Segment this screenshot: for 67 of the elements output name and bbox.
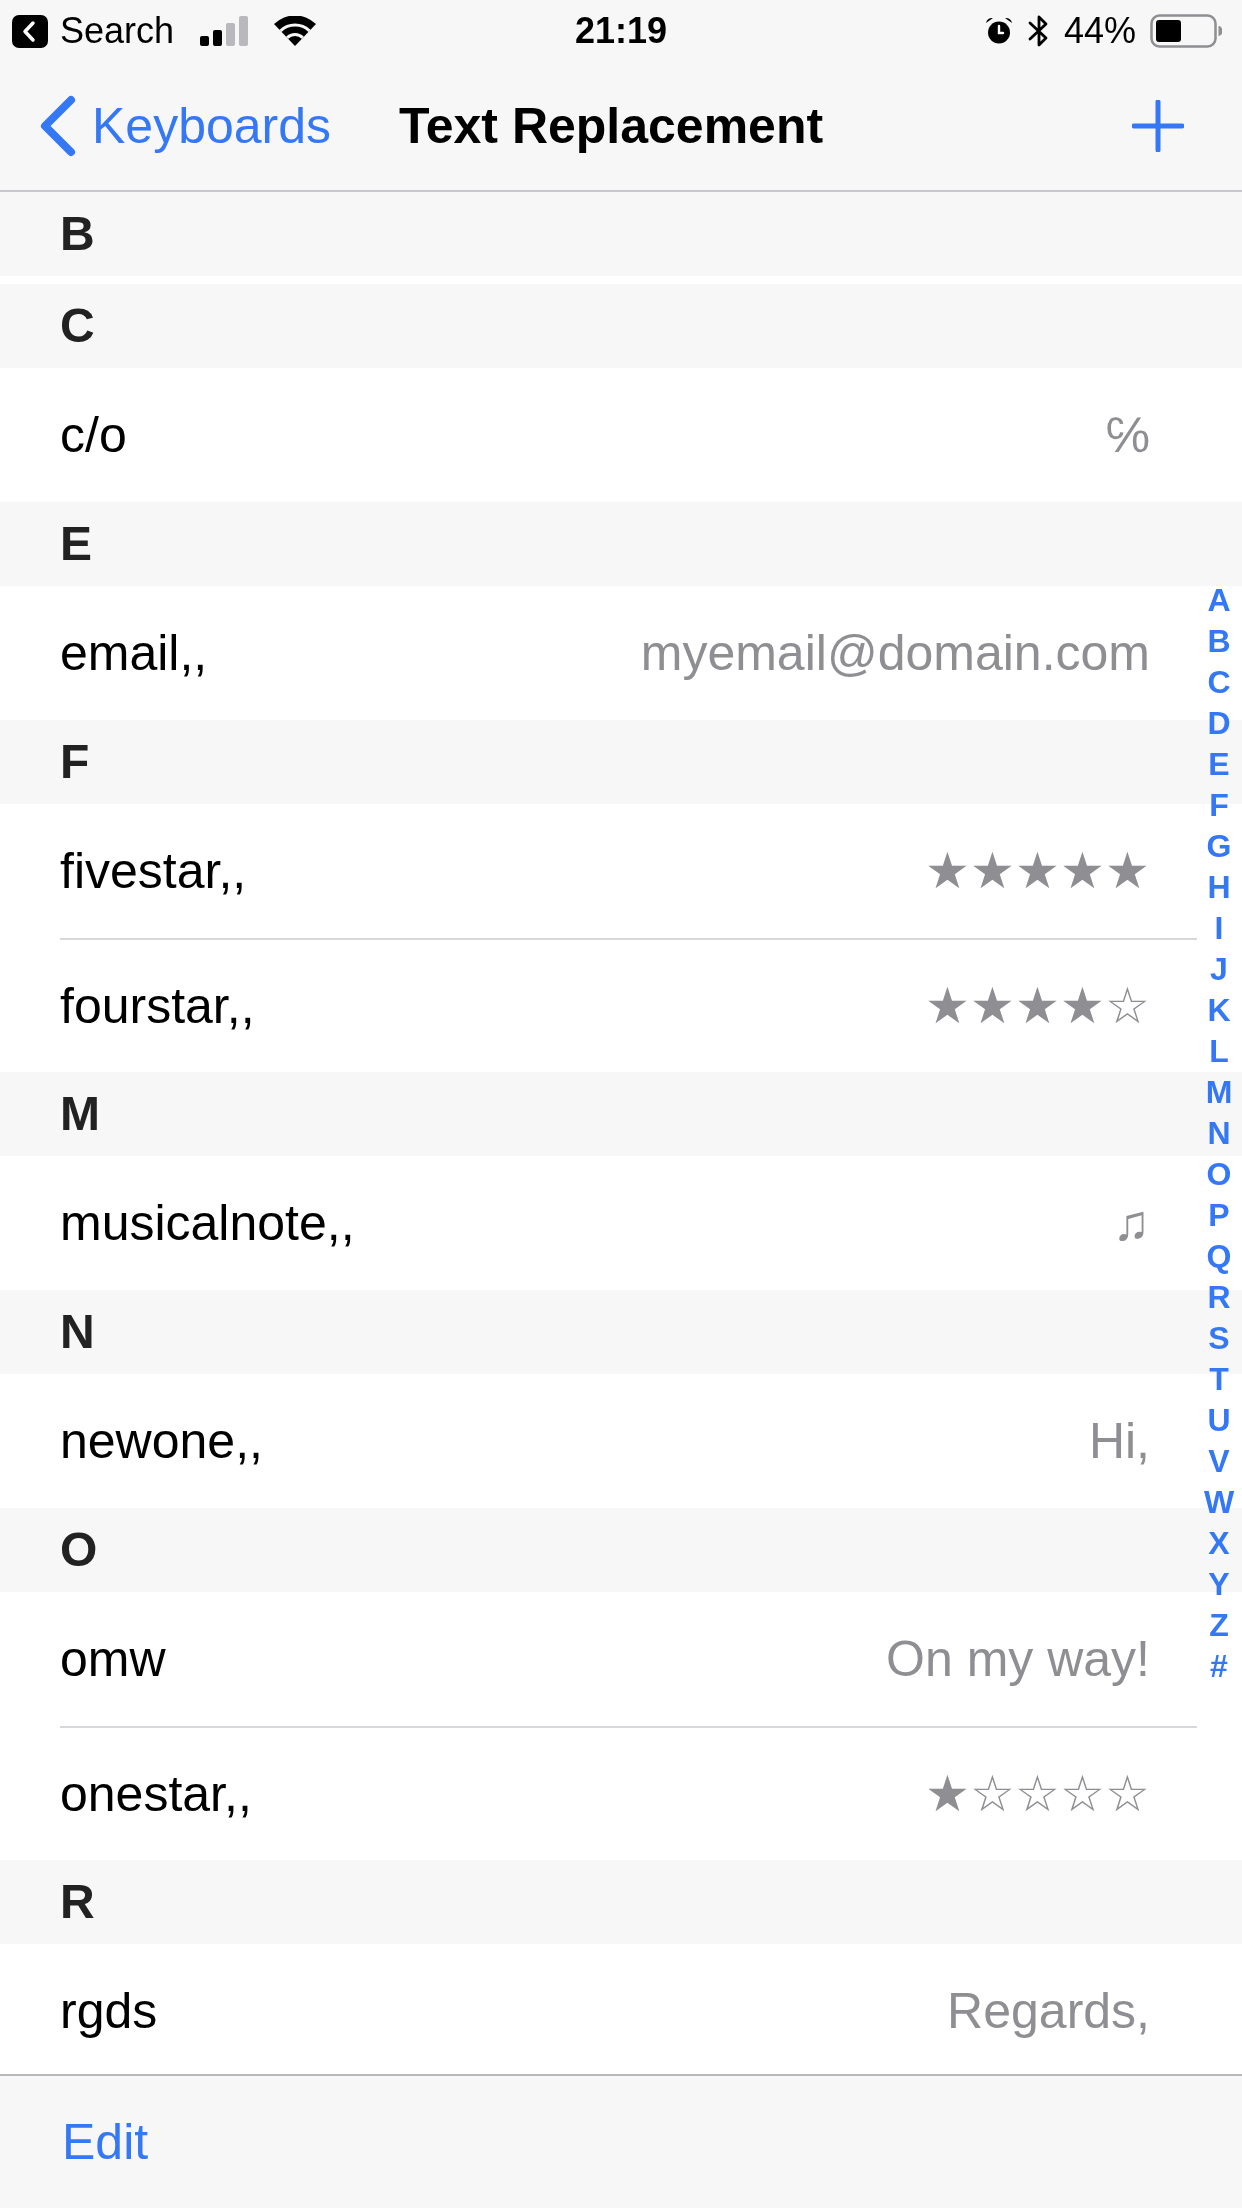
shortcut-text: newone,, — [60, 1412, 263, 1471]
index-letter[interactable]: K — [1207, 989, 1231, 1031]
section-letter: M — [60, 1086, 100, 1142]
section-letter: E — [60, 516, 92, 572]
section-letter: N — [60, 1304, 95, 1360]
phrase-text: ♫ — [1112, 1194, 1150, 1253]
shortcut-text: email,, — [60, 624, 208, 683]
index-letter[interactable]: V — [1208, 1440, 1230, 1482]
alarm-clock-icon — [983, 16, 1014, 46]
battery-icon — [1150, 14, 1222, 48]
shortcut-text: onestar,, — [60, 1765, 252, 1824]
phrase-text: On my way! — [886, 1630, 1150, 1689]
phrase-text: Regards, — [947, 1982, 1150, 2041]
add-button[interactable] — [1132, 100, 1184, 152]
index-letter[interactable]: B — [1207, 620, 1231, 662]
signal-bars-icon — [200, 16, 249, 46]
bluetooth-icon — [1027, 14, 1050, 48]
shortcut-text: fourstar,, — [60, 977, 255, 1036]
chevron-left-icon — [38, 95, 76, 157]
shortcut-text: rgds — [60, 1982, 158, 2041]
index-letter[interactable]: R — [1207, 1276, 1231, 1318]
index-letter[interactable]: S — [1208, 1317, 1230, 1359]
index-letter[interactable]: P — [1208, 1194, 1230, 1236]
index-letter[interactable]: F — [1209, 784, 1229, 826]
phrase-text: ★★★★☆ — [925, 977, 1150, 1036]
back-to-search-button[interactable]: Search — [12, 10, 175, 52]
phrase-text: ℅ — [1105, 406, 1150, 465]
shortcut-text: c/o — [60, 406, 127, 465]
index-letter[interactable]: U — [1207, 1399, 1231, 1441]
shortcut-text: omw — [60, 1630, 166, 1689]
index-letter[interactable]: # — [1210, 1645, 1228, 1687]
index-letter[interactable]: Q — [1206, 1235, 1232, 1277]
status-time: 21:19 — [574, 10, 668, 52]
shortcut-text: fivestar,, — [60, 842, 247, 901]
phrase-text: myemail@domain.com — [640, 624, 1150, 683]
phrase-text: Hi, — [1088, 1412, 1150, 1471]
index-letter[interactable]: X — [1208, 1522, 1230, 1564]
index-letter[interactable]: H — [1207, 866, 1231, 908]
back-button[interactable]: Keyboards — [38, 95, 332, 157]
index-letter[interactable]: L — [1209, 1030, 1229, 1072]
section-letter: B — [60, 206, 95, 262]
index-letter[interactable]: A — [1207, 579, 1231, 621]
index-letter[interactable]: T — [1209, 1358, 1229, 1400]
index-letter[interactable]: M — [1205, 1071, 1233, 1113]
index-letter[interactable]: N — [1207, 1112, 1231, 1154]
index-letter[interactable]: D — [1207, 702, 1231, 744]
section-letter: O — [60, 1522, 98, 1578]
phrase-text: ★★★★★ — [925, 842, 1150, 901]
phrase-text: ★☆☆☆☆ — [925, 1765, 1150, 1824]
edit-button[interactable]: Edit — [62, 2112, 149, 2172]
index-letter[interactable]: J — [1210, 948, 1228, 990]
battery-percent: 44% — [1063, 10, 1136, 52]
index-letter[interactable]: E — [1208, 743, 1230, 785]
wifi-icon — [274, 16, 317, 46]
index-letter[interactable]: G — [1206, 825, 1232, 867]
shortcut-text: musicalnote,, — [60, 1194, 355, 1253]
index-letter[interactable]: C — [1207, 661, 1231, 703]
index-letter[interactable]: Z — [1209, 1604, 1229, 1646]
index-letter[interactable]: Y — [1208, 1563, 1230, 1605]
index-letter[interactable]: O — [1206, 1153, 1232, 1195]
section-letter: C — [60, 298, 95, 354]
page-title: Text Replacement — [398, 97, 824, 156]
index-letter[interactable]: I — [1214, 907, 1224, 949]
section-letter: R — [60, 1874, 95, 1930]
index-letter[interactable]: W — [1203, 1481, 1235, 1523]
add-icon — [1132, 100, 1184, 152]
section-letter: F — [60, 734, 90, 790]
